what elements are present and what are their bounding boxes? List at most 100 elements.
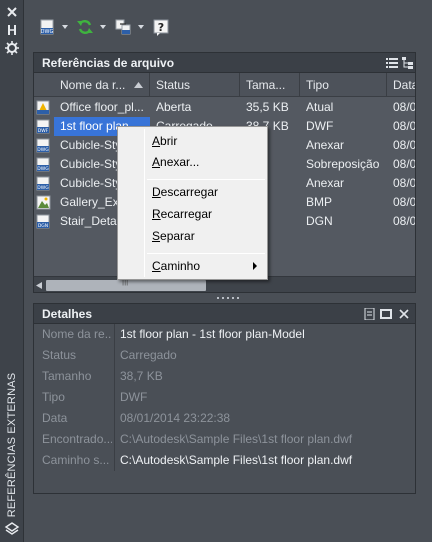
cell-date: 08/01	[393, 195, 416, 209]
detail-divider	[114, 387, 115, 408]
cell-type: DWF	[306, 119, 334, 133]
menu-gutter	[144, 129, 145, 277]
attach-dropdown-caret[interactable]	[62, 25, 68, 29]
cell-date: 08/01	[393, 157, 416, 171]
svg-text:DWG: DWG	[37, 166, 49, 172]
menu-item-attach[interactable]: Anexar...	[152, 153, 199, 171]
change-path-icon	[115, 19, 131, 35]
list-view-icon[interactable]	[386, 57, 398, 69]
detail-label: Nome da re...	[42, 327, 112, 341]
cell-type: Atual	[306, 100, 334, 114]
detail-label: Data	[42, 411, 68, 425]
layers-icon[interactable]	[4, 521, 20, 537]
palette-title-strip: REFERÊNCIAS EXTERNAS	[0, 0, 24, 542]
preview-icon[interactable]	[380, 308, 392, 320]
svg-text:DWG: DWG	[37, 147, 49, 153]
help-icon: ?	[153, 19, 169, 36]
svg-text:DWF: DWF	[38, 128, 49, 134]
svg-text:DGN: DGN	[38, 223, 48, 229]
detail-divider	[114, 324, 115, 345]
detail-label: Status	[42, 348, 77, 362]
detail-row: Tipo DWF	[34, 387, 417, 408]
change-path-dropdown-caret[interactable]	[138, 25, 144, 29]
tree-view-icon[interactable]	[402, 57, 414, 69]
cell-type: BMP	[306, 195, 333, 209]
detail-divider	[114, 345, 115, 366]
dwg-file-icon: DWG	[36, 176, 50, 191]
detail-label: Caminho s...	[42, 453, 110, 467]
auto-hide-icon[interactable]	[4, 22, 20, 38]
dwg-master-icon	[36, 100, 50, 115]
detail-row: Caminho s... C:\Autodesk\Sample Files\1st…	[34, 450, 417, 471]
horizontal-scroll-thumb[interactable]: |||	[46, 277, 206, 291]
close-icon[interactable]	[4, 4, 20, 20]
cell-size: 35,5 KB	[246, 100, 289, 114]
menu-item-reload[interactable]: Recarregar	[152, 205, 212, 223]
cell-date: 08/01	[393, 100, 416, 114]
detail-value[interactable]: C:\Autodesk\Sample Files\1st floor plan.…	[120, 453, 352, 467]
settings-icon[interactable]	[4, 40, 20, 56]
cell-date: 08/01	[393, 176, 416, 190]
col-date[interactable]: Data	[387, 73, 415, 97]
pane-splitter[interactable]	[215, 296, 245, 299]
context-menu: Abrir Anexar... Descarregar Recarregar S…	[117, 126, 268, 280]
col-status[interactable]: Status	[150, 73, 240, 97]
close-details-icon[interactable]	[399, 309, 409, 319]
scroll-left-icon[interactable]	[36, 282, 42, 289]
change-path-button[interactable]	[114, 17, 144, 37]
attach-dwg-icon: DWG	[40, 19, 54, 35]
image-file-icon	[36, 195, 51, 210]
palette-title: REFERÊNCIAS EXTERNAS	[3, 370, 21, 520]
cell-date: 08/01	[393, 214, 416, 228]
cell-name: Office floor_pl...	[60, 100, 144, 114]
attach-button[interactable]: DWG	[38, 17, 68, 37]
col-size[interactable]: Tama...	[240, 73, 300, 97]
menu-item-detach[interactable]: Separar	[152, 227, 195, 245]
toolbar: DWG ?	[25, 0, 432, 50]
details-title: Detalhes	[42, 307, 93, 321]
details-header: Detalhes	[33, 303, 416, 324]
detail-value: Carregado	[120, 348, 177, 362]
svg-text:DWG: DWG	[37, 185, 49, 191]
svg-text:?: ?	[158, 21, 164, 34]
details-view-icon[interactable]	[364, 308, 376, 320]
refresh-dropdown-caret[interactable]	[100, 25, 106, 29]
dwg-file-icon: DWG	[36, 157, 50, 172]
menu-separator	[147, 253, 265, 254]
detail-value: C:\Autodesk\Sample Files\1st floor plan.…	[120, 432, 353, 446]
cell-date: 08/01	[393, 138, 416, 152]
detail-value: DWF	[120, 390, 148, 404]
refresh-icon	[77, 20, 93, 34]
cell-type: DGN	[306, 214, 333, 228]
detail-divider	[114, 429, 115, 450]
cell-date: 08/01	[393, 119, 416, 133]
menu-item-open[interactable]: Abrir	[152, 132, 177, 150]
submenu-arrow-icon	[253, 262, 257, 270]
detail-row: Status Carregado	[34, 345, 417, 366]
menu-separator	[147, 179, 265, 180]
refresh-button[interactable]	[76, 17, 106, 37]
detail-label: Encontrado...	[42, 432, 112, 446]
detail-value[interactable]: 1st floor plan - 1st floor plan-Model	[120, 327, 305, 341]
cell-type: Anexar	[306, 138, 345, 152]
dwg-file-icon: DWG	[36, 138, 50, 153]
palette-title-text: REFERÊNCIAS EXTERNAS	[6, 372, 18, 518]
cell-type: Anexar	[306, 176, 345, 190]
detail-divider	[114, 450, 115, 471]
detail-row: Data 08/01/2014 23:22:38	[34, 408, 417, 429]
file-row[interactable]: Office floor_pl... Aberta 35,5 KB Atual 08/0…	[34, 98, 416, 117]
cell-status: Aberta	[156, 100, 192, 114]
column-headers: Nome da r... Status Tama... Tipo Data	[34, 73, 415, 97]
col-name[interactable]: Nome da r...	[54, 73, 150, 97]
col-type[interactable]: Tipo	[300, 73, 387, 97]
detail-value: 38,7 KB	[120, 369, 163, 383]
detail-value: 08/01/2014 23:22:38	[120, 411, 231, 425]
menu-item-unload[interactable]: Descarregar	[152, 183, 218, 201]
detail-row: Nome da re... 1st floor plan - 1st floor …	[34, 324, 417, 345]
menu-item-path[interactable]: Caminho	[152, 257, 200, 275]
sort-ascending-icon	[134, 82, 143, 88]
file-references-title: Referências de arquivo	[42, 56, 175, 70]
help-button[interactable]: ?	[152, 17, 170, 37]
detail-label: Tipo	[42, 390, 65, 404]
details-panel: Nome da re... 1st floor plan - 1st floor …	[33, 324, 416, 494]
